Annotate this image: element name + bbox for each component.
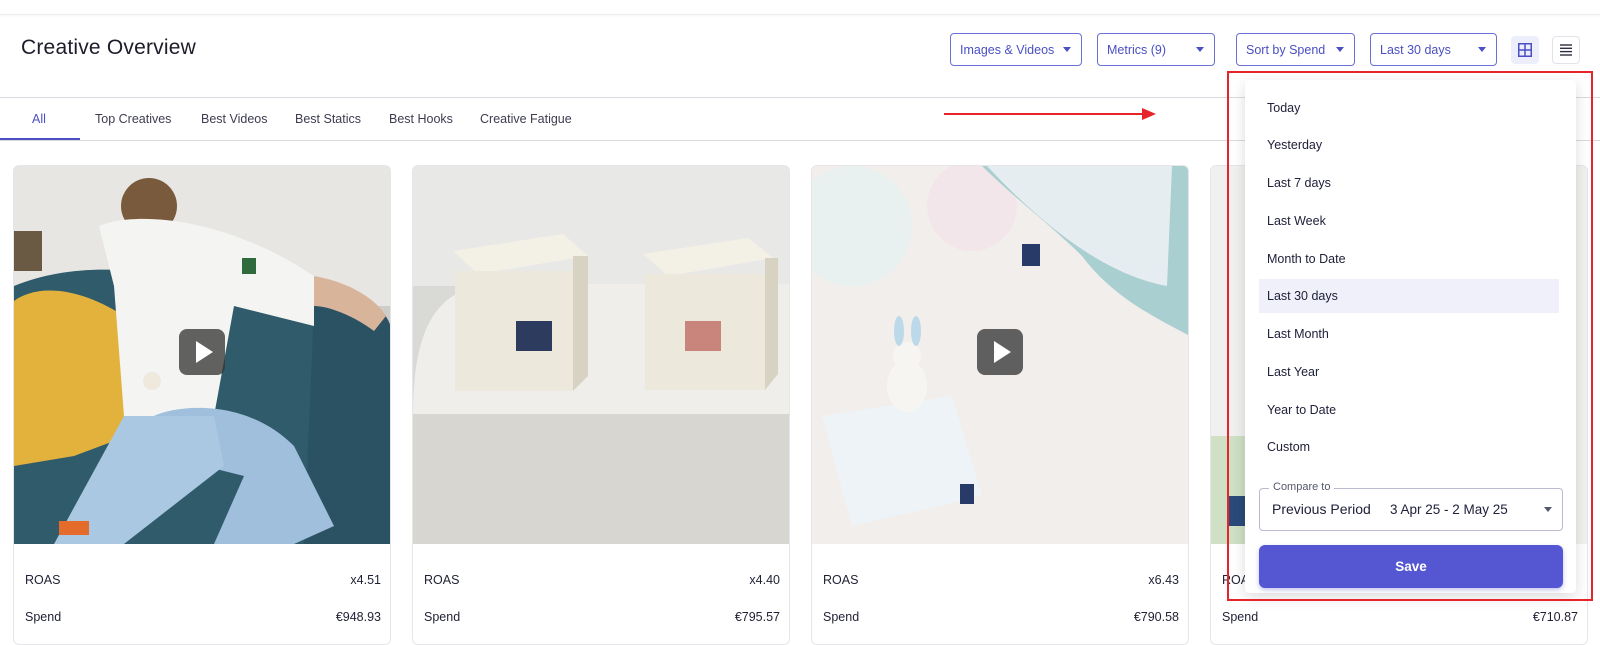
metric-value: x6.43: [1148, 573, 1179, 587]
play-icon: [179, 329, 225, 375]
tab-best-hooks[interactable]: Best Hooks: [389, 98, 453, 140]
media-type-dropdown[interactable]: Images & Videos: [950, 33, 1082, 66]
tab-best-statics[interactable]: Best Statics: [295, 98, 361, 140]
date-option-today[interactable]: Today: [1259, 91, 1559, 125]
date-option-last-month[interactable]: Last Month: [1259, 317, 1559, 351]
creative-card[interactable]: ROAS x4.51 Spend €948.93: [13, 165, 391, 645]
save-button[interactable]: Save: [1259, 545, 1563, 588]
creative-card[interactable]: ROAS x6.43 Spend €790.58: [811, 165, 1189, 645]
date-option-last-30-days[interactable]: Last 30 days: [1259, 279, 1559, 313]
chevron-down-icon: [1063, 47, 1071, 52]
date-option-last-week[interactable]: Last Week: [1259, 204, 1559, 238]
metric-row: ROAS x4.51: [14, 570, 390, 590]
creative-card[interactable]: ROAS x4.40 Spend €795.57: [412, 165, 790, 645]
list-icon: [1560, 44, 1572, 56]
metric-value: €710.87: [1532, 610, 1578, 624]
date-option-custom[interactable]: Custom: [1259, 430, 1559, 464]
compare-period-value: Previous Period: [1272, 501, 1371, 517]
tab-best-videos[interactable]: Best Videos: [201, 98, 267, 140]
metric-value: €790.58: [1133, 610, 1179, 624]
active-tab-underline: [0, 138, 80, 140]
sort-dropdown[interactable]: Sort by Spend: [1236, 33, 1355, 66]
date-option-last-year[interactable]: Last Year: [1259, 355, 1559, 389]
metric-row: Spend €948.93: [14, 607, 390, 627]
date-range-label: Last 30 days: [1380, 42, 1451, 57]
top-bar: [0, 0, 1600, 15]
date-range-dropdown[interactable]: Last 30 days: [1370, 33, 1497, 66]
metric-row: Spend €790.58: [812, 607, 1188, 627]
compare-to-label: Compare to: [1269, 481, 1335, 493]
date-option-yesterday[interactable]: Yesterday: [1259, 128, 1559, 162]
metric-label: Spend: [1222, 610, 1259, 624]
chevron-down-icon: [1544, 507, 1552, 512]
tab-creative-fatigue[interactable]: Creative Fatigue: [480, 98, 572, 140]
chevron-down-icon: [1336, 47, 1344, 52]
chevron-down-icon: [1196, 47, 1204, 52]
metric-row: ROAS x6.43: [812, 570, 1188, 590]
metric-row: Spend €710.87: [1211, 607, 1587, 627]
date-option-last-7-days[interactable]: Last 7 days: [1259, 166, 1559, 200]
play-icon: [977, 329, 1023, 375]
tab-all[interactable]: All: [32, 98, 46, 140]
date-option-month-to-date[interactable]: Month to Date: [1259, 242, 1559, 276]
metric-label: ROAS: [424, 573, 460, 587]
metric-row: ROAS x4.40: [413, 570, 789, 590]
creative-thumbnail: [812, 166, 1188, 544]
metric-label: Spend: [25, 610, 62, 624]
metric-value: €948.93: [335, 610, 381, 624]
tab-top-creatives[interactable]: Top Creatives: [95, 98, 171, 140]
media-type-label: Images & Videos: [960, 42, 1055, 57]
sort-label: Sort by Spend: [1246, 42, 1326, 57]
compare-date-range: 3 Apr 25 - 2 May 25: [1390, 502, 1508, 517]
metric-value: x4.40: [749, 573, 780, 587]
metric-value: €795.57: [734, 610, 780, 624]
creative-thumbnail: [14, 166, 390, 544]
metric-value: x4.51: [350, 573, 381, 587]
metric-label: ROAS: [25, 573, 61, 587]
metrics-label: Metrics (9): [1107, 42, 1167, 57]
annotation-arrow: [944, 108, 1156, 120]
creative-thumbnail: [413, 166, 789, 544]
metric-label: Spend: [823, 610, 860, 624]
grid-view-button[interactable]: [1511, 36, 1539, 64]
chevron-down-icon: [1478, 47, 1486, 52]
metrics-dropdown[interactable]: Metrics (9): [1097, 33, 1215, 66]
date-range-menu: Today Yesterday Last 7 days Last Week Mo…: [1245, 80, 1576, 593]
list-view-button[interactable]: [1552, 36, 1580, 64]
grid-icon: [1518, 43, 1532, 57]
metric-label: ROAS: [823, 573, 859, 587]
metric-row: Spend €795.57: [413, 607, 789, 627]
compare-to-select[interactable]: Compare to Previous Period 3 Apr 25 - 2 …: [1259, 481, 1563, 531]
page-title: Creative Overview: [21, 36, 196, 59]
metric-label: Spend: [424, 610, 461, 624]
date-option-year-to-date[interactable]: Year to Date: [1259, 393, 1559, 427]
